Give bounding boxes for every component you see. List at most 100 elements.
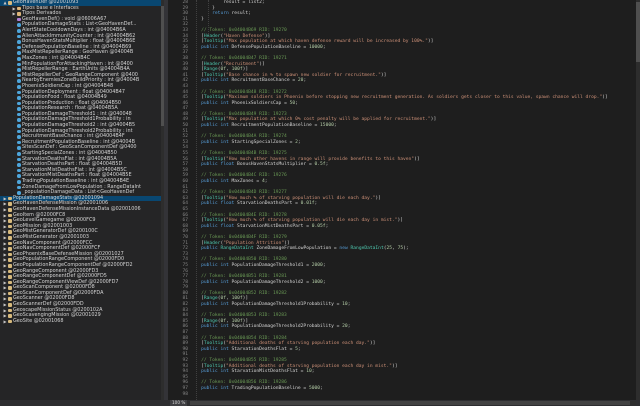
code-token: [ [190,363,204,369]
field-icon [17,23,21,27]
code-token: )] [430,117,437,123]
code-token: 0.05f [311,223,326,229]
code-token: MaxZones = [228,179,262,184]
code-token: ; [297,139,301,145]
class-icon [8,1,12,5]
code-token: [ [190,95,204,101]
class-icon [8,275,12,279]
code-token: RecruitmentPopulationBaseline = [228,123,321,129]
field-icon [17,140,21,145]
code-token: public int [201,369,229,375]
code-token: StarvationMistDeathsPart = [234,223,312,229]
field-icon [17,68,21,72]
code-token: Tooltip [203,39,224,45]
line-number-gutter: 28 29 30 31 32 33 34 35 36 37 38 39 40 41 42 43 44 45 46 47… [168,0,190,400]
class-icon [8,196,12,201]
class-icon [8,258,12,262]
code-token: 0.5f [314,162,326,168]
code-token: )] [259,61,265,67]
field-icon [17,73,21,78]
code-token: )] [427,39,434,45]
code-token: 100f [231,296,243,302]
code-token: // Token: 0x04004B4B RID: 19275 [190,151,287,157]
code-token: )] [375,195,381,201]
class-icon [8,269,12,274]
code-token: 0.01f [300,201,315,207]
editor-scrollbar-thumb[interactable] [636,2,640,62]
editor-scrollbar[interactable] [636,0,640,400]
editor-hscrollbar[interactable] [190,401,636,405]
code-token: ; [295,100,298,106]
code-token: [ [190,341,204,347]
code-token: ; [325,162,329,168]
field-icon [17,107,21,111]
code-token: // Token: 0x04004B50 RID: 19280 [190,257,287,263]
class-icon [8,219,12,223]
code-token: [ [190,61,204,67]
code-token: StarvationMistDeathsFlat = [228,369,307,375]
code-token: 5000 [308,385,321,391]
code-token: "Haven Defense" [223,33,265,39]
class-icon [8,314,12,318]
field-icon [17,112,21,117]
code-token: // Token: 0x04004B4D RID: 19277 [190,190,287,196]
code-token: [ [190,39,204,45]
code-token: "Additional deaths of starving populatio… [226,341,370,347]
expand-arrow-icon[interactable]: ▶ [3,319,7,325]
code-token: Range [203,67,218,73]
code-token: 2000 [311,262,323,268]
class-icon [8,202,12,206]
code-token: ; [347,302,351,308]
field-icon [17,180,21,184]
code-line: public int TradingPopulationBaseline = 5… [190,386,636,392]
code-editor[interactable]: result = list2; } return result; } // To… [190,0,636,400]
code-token: public int [201,123,229,129]
code-token: Tooltip [203,363,224,369]
code-token: RangeDataInt [350,246,384,252]
zoom-level[interactable]: 100 % [170,400,188,406]
assembly-explorer-panel: ▲ GeoHavenDef @02001093 ▶ Tipos base e Inte… [0,0,164,406]
code-token: } [190,5,215,11]
code-token: [ [190,117,204,123]
code-token: [ [190,296,204,302]
code-token: // Token: 0x04004B53 RID: 19283 [190,313,287,319]
code-token: // Token: 0x04004B48 RID: 19272 [190,89,287,95]
code-token: public int [201,324,229,330]
code-token: public int [201,302,229,308]
code-token: [ [190,240,204,246]
field-icon [17,157,21,162]
code-token: public float [201,223,235,229]
code-token: ; [347,324,351,330]
code-token: )] [380,72,387,78]
code-token: 1000 [311,279,323,285]
code-token: public [201,246,218,252]
code-token: )] [369,341,376,347]
code-token: ); [403,246,409,252]
class-icon [8,207,12,212]
code-token: )] [414,156,420,162]
code-token: ; [303,78,307,84]
code-token: 100f [231,67,243,73]
code-token: Tooltip [203,218,224,224]
tree-item[interactable]: ▶ GeoSite @02001068 [0,318,164,325]
class-icon [8,263,12,268]
code-token: "Max population at which haven defense r… [226,39,428,45]
field-icon [17,45,21,50]
field-icon [17,90,21,95]
code-token: Header [203,240,221,246]
code-token: Range [203,296,218,302]
code-token: // Token: 0x04004B4C RID: 19276 [190,173,287,179]
editor-hscrollbar-thumb[interactable] [190,401,630,405]
field-icon [17,34,21,39]
code-token: public int [201,179,229,184]
code-token: // Token: 0x04004B55 RID: 19285 [190,358,287,363]
